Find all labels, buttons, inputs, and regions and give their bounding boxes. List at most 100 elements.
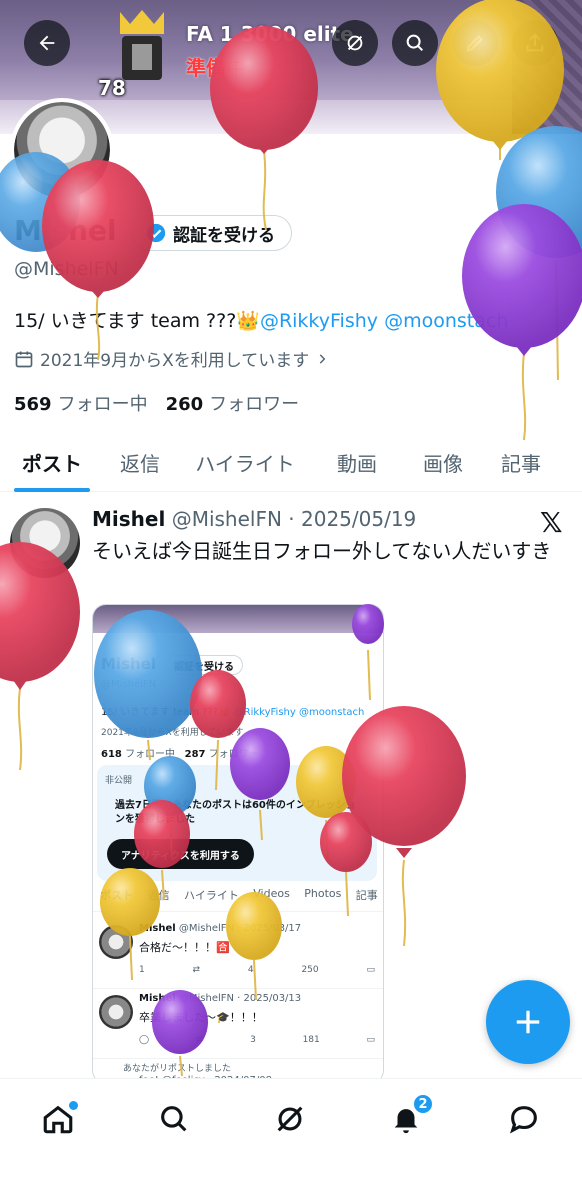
- media-following-count: 618: [101, 749, 122, 760]
- search-button[interactable]: [392, 20, 438, 66]
- get-verified-button[interactable]: 認証を受ける: [132, 215, 292, 251]
- plus-icon: [516, 1010, 540, 1034]
- media-follow-stats: 618 フォロー中 287 フォロワー: [101, 745, 259, 760]
- nav-grok[interactable]: [266, 1095, 314, 1143]
- calendar-icon: [15, 351, 33, 367]
- post-text: そいえば今日誕生日フォロー外してない人だいすき: [92, 539, 552, 563]
- chevron-right-icon: [319, 353, 326, 364]
- profile-tabs: ポスト 返信 ハイライト 動画 画像 記事: [0, 432, 582, 492]
- media-tabs: ポスト 返信 ハイライト Videos Photos 記事: [93, 887, 383, 912]
- media-post-name: Mishel: [139, 993, 176, 1004]
- chat-bubble-icon: [509, 1106, 537, 1134]
- media-following-label: フォロー中: [125, 749, 176, 760]
- media-banner: [93, 605, 383, 633]
- post-header: Mishel @MishelFN · 2025/05/19: [92, 507, 416, 531]
- share-icon: [526, 33, 544, 52]
- home-new-dot: [69, 1101, 78, 1110]
- media-reply-icon: ◯: [139, 1035, 150, 1045]
- tab-photos[interactable]: 画像: [400, 432, 486, 492]
- profile-avatar[interactable]: [10, 98, 114, 202]
- followers-link[interactable]: 260 フォロワー: [166, 390, 300, 416]
- media-post-header: Mishel @MishelFN · 2025/03/13: [139, 993, 301, 1004]
- media-joined: 2021年9月からXを利用しています: [101, 728, 244, 738]
- post-avatar[interactable]: [10, 508, 80, 578]
- media-bio-text: 15/ いきてます team ???👑: [101, 707, 231, 718]
- media-view-count: 181: [302, 1035, 320, 1045]
- media-analytics-button: アナリティクスを利用する: [107, 839, 254, 869]
- media-repost-icon: ⇄: [195, 1035, 204, 1045]
- media-followers-label: フォロワー: [208, 749, 259, 760]
- banner-title: FA 1 3000 elite: [186, 22, 354, 46]
- post-author-name[interactable]: Mishel: [92, 507, 165, 531]
- compose-post-button[interactable]: [486, 980, 570, 1064]
- media-post-meta: @MishelFN · 2025/03/13: [178, 993, 302, 1004]
- tab-highlights[interactable]: ハイライト: [176, 432, 314, 492]
- media-tab-highlights: ハイライト: [184, 889, 239, 902]
- share-button[interactable]: [512, 20, 558, 66]
- media-post-text: 卒業しました〜🎓！！！: [139, 1011, 263, 1024]
- media-bio: 15/ いきてます team ???👑 @RikkyFishy @moonsta…: [101, 703, 364, 718]
- notifications-badge: 2: [412, 1093, 434, 1115]
- media-post-actions: ◯ ⇄ 3 181 ▭: [139, 1035, 375, 1045]
- media-post-1: Mishel @MishelFN · 2025/03/17 合格だ〜！！！🈴 1…: [93, 919, 383, 989]
- media-view-count: 250: [301, 965, 319, 975]
- profile-bio: 15/ いきてます team ???👑@RikkyFishy @moonstac…: [14, 306, 508, 333]
- pencil-icon: [466, 35, 483, 52]
- profile-name: Mishel: [14, 214, 117, 247]
- back-arrow-icon: [39, 35, 55, 51]
- media-tab-replies: 返信: [147, 889, 170, 902]
- joined-date-text: 2021年9月からXを利用しています: [40, 351, 310, 371]
- media-bookmark-icon: ▭: [366, 965, 375, 975]
- media-tab-articles: 記事: [355, 889, 378, 902]
- banner-decoration: [512, 0, 582, 134]
- media-post-header: Mishel @MishelFN · 2025/03/17: [139, 923, 301, 934]
- tab-articles[interactable]: 記事: [486, 432, 556, 492]
- following-link[interactable]: 569 フォロー中: [14, 390, 148, 416]
- media-post-text: 合格だ〜！！！🈴: [139, 941, 230, 954]
- media-reply-count: 1: [139, 965, 145, 975]
- post-media-image[interactable]: Mishel 認証を受ける @MishelFN 15/ いきてます team ?…: [92, 604, 384, 1084]
- following-count: 569: [14, 394, 52, 415]
- media-verify-badge: 認証を受ける: [165, 655, 243, 675]
- followers-count: 260: [165, 394, 204, 415]
- media-bookmark-icon: ▭: [366, 1035, 375, 1045]
- profile-handle: @MishelFN: [14, 258, 119, 280]
- grok-icon: [277, 1106, 303, 1132]
- media-private-label: 非公開: [105, 776, 133, 786]
- media-followers-count: 287: [184, 749, 206, 760]
- grok-button[interactable]: [332, 20, 378, 66]
- edit-button[interactable]: [452, 20, 498, 66]
- verified-badge-icon: [146, 223, 166, 243]
- media-like-count: 3: [250, 1035, 256, 1045]
- media-like-count: 4: [247, 965, 254, 975]
- media-tab-posts: ポスト: [100, 889, 134, 902]
- tab-posts[interactable]: ポスト: [0, 432, 104, 492]
- bio-mention-rikkyfishy[interactable]: @RikkyFishy: [260, 310, 378, 332]
- get-verified-label: 認証を受ける: [173, 225, 275, 246]
- banner-subtitle: 準備中: [186, 56, 246, 80]
- nav-search[interactable]: [150, 1095, 198, 1143]
- media-bio-mentions: @RikkyFishy @moonstach: [233, 707, 365, 718]
- search-icon: [161, 1106, 187, 1132]
- balloon-blue-right: [496, 126, 582, 381]
- joined-date-row[interactable]: 2021年9月からXを利用しています: [14, 346, 329, 371]
- tab-videos[interactable]: 動画: [314, 432, 400, 492]
- post-handle-date: @MishelFN · 2025/05/19: [171, 507, 417, 531]
- media-tab-photos: Photos: [304, 887, 342, 900]
- media-profile-name: Mishel: [101, 655, 156, 673]
- bottom-navigation: 2: [0, 1078, 582, 1200]
- nav-messages[interactable]: [500, 1095, 548, 1143]
- level-badge: 78: [98, 76, 126, 100]
- follow-stats: 569 フォロー中 260 フォロワー: [14, 390, 299, 416]
- media-repost-label: あなたがリポストしました: [123, 1064, 232, 1074]
- following-label: フォロー中: [57, 394, 148, 415]
- media-analytics-card: 非公開 過去7日間にあなたのポストは60件のインプレッションを獲得しました アナ…: [97, 765, 377, 881]
- tab-replies[interactable]: 返信: [104, 432, 176, 492]
- bio-text: 15/ いきてます team ???👑: [14, 310, 260, 332]
- back-button[interactable]: [24, 20, 70, 66]
- nav-notifications[interactable]: 2: [382, 1093, 434, 1143]
- media-post-avatar: [99, 925, 133, 959]
- x-logo-icon: 𝕏: [540, 506, 563, 539]
- bio-mention-moonstach[interactable]: @moonstach: [384, 310, 508, 332]
- nav-home[interactable]: [34, 1095, 82, 1143]
